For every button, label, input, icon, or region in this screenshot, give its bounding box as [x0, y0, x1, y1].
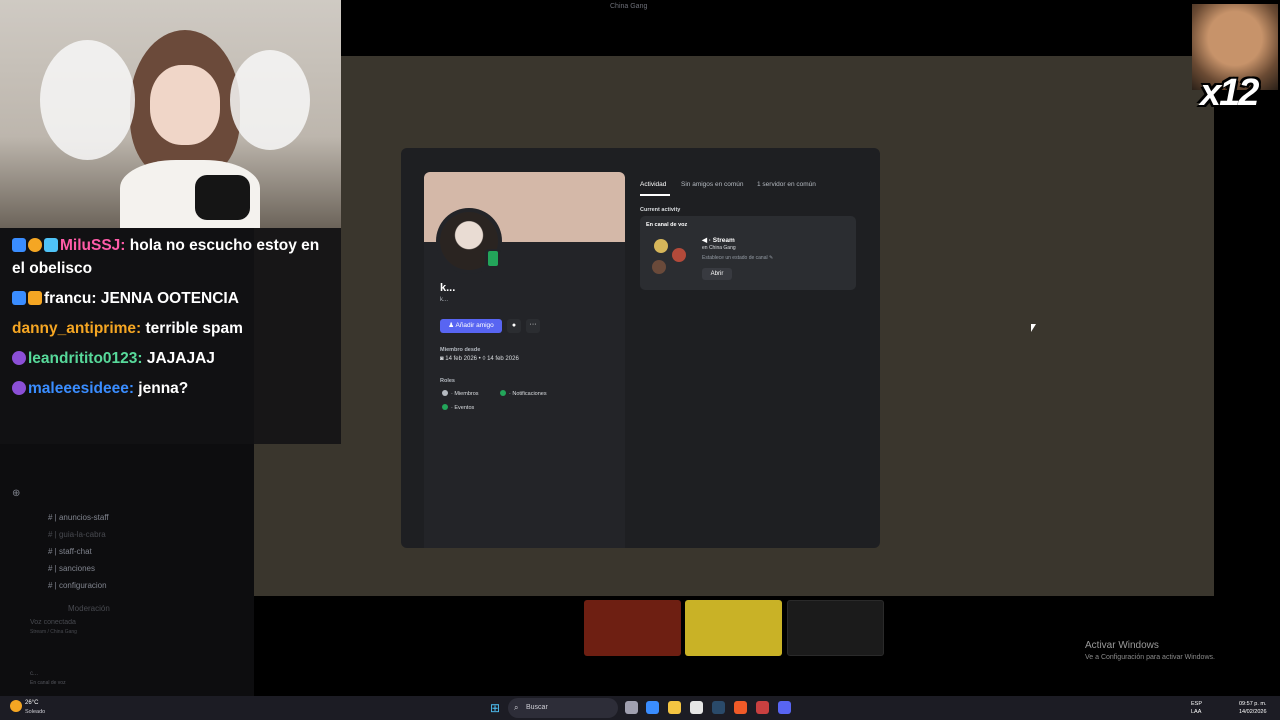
discord-icon: ◙ [440, 356, 444, 362]
devil-badge-icon [12, 381, 26, 395]
sub-badge-icon [28, 238, 42, 252]
current-activity-label: Current activity [640, 207, 681, 213]
streamer-webcam [0, 0, 341, 228]
member-since-dates: ◙ 14 feb 2026 • ◊ 14 feb 2026 [440, 356, 519, 362]
chat-message: leandritito0123: JAJAJAJ [12, 347, 329, 370]
avatar [654, 239, 668, 253]
tab-mutual-servers[interactable]: 1 servidor en común [757, 181, 816, 188]
channel-configuracion[interactable]: # | configuracion [48, 581, 107, 590]
voice-server: Stream / China Gang [30, 629, 77, 635]
crown-badge-icon [28, 291, 42, 305]
stream-chat: MiluSSJ: hola no escucho estoy en el obe… [0, 228, 341, 444]
more-options-button[interactable]: ··· [526, 319, 540, 333]
copilot-icon[interactable] [646, 701, 659, 714]
add-server-icon[interactable]: ⊕ [12, 488, 20, 499]
chat-message: MiluSSJ: hola no escucho estoy en el obe… [12, 237, 320, 277]
message-button[interactable]: ● [507, 319, 521, 333]
user-name: c... [30, 671, 39, 677]
channel-anuncios-staff[interactable]: # | anuncios-staff [48, 513, 109, 522]
voice-channel-name: ◀ · Stream [702, 237, 735, 244]
devil-badge-icon [12, 351, 26, 365]
voice-server-name: en China Gang [702, 245, 736, 251]
avatar [672, 248, 686, 262]
window-title: China Gang [610, 3, 648, 10]
activity-header: En canal de voz [646, 222, 688, 228]
windows-activation-watermark: Activar Windows Ve a Configuración para … [1085, 640, 1215, 661]
chat-message: francu: JENNA OOTENCIA [12, 287, 329, 310]
cube-badge-icon [44, 238, 58, 252]
username: k... [440, 297, 449, 303]
tab-mutual-friends[interactable]: Sin amigos en común [681, 181, 744, 188]
search-icon: ⌕ [514, 703, 519, 712]
weather-desc: Soleado [25, 709, 46, 715]
file-explorer-icon[interactable] [668, 701, 681, 714]
role-chip: · Miembros [442, 390, 479, 397]
avatar [652, 260, 666, 274]
voice-tile[interactable] [685, 600, 782, 656]
app-icon[interactable] [756, 701, 769, 714]
role-chip: · Notificaciones [500, 390, 547, 397]
ellipsis-icon: ··· [529, 321, 537, 328]
channel-staff-chat[interactable]: # | staff-chat [48, 547, 92, 556]
emote-count: x12 [1200, 72, 1259, 114]
display-name: k... [440, 282, 456, 294]
voice-tile[interactable] [787, 600, 884, 656]
taskbar-search[interactable]: Buscar [508, 698, 618, 718]
roles-label: Roles [440, 378, 455, 384]
active-tab-indicator [640, 194, 670, 196]
windows-start-icon[interactable]: ⊞ [490, 702, 500, 714]
task-view-icon[interactable] [625, 701, 638, 714]
chat-message: maleeesideee: jenna? [12, 377, 329, 400]
sword-badge-icon [12, 238, 26, 252]
chat-bubble-icon: ● [511, 322, 517, 329]
add-friend-button[interactable]: ♟ Añadir amigo [440, 319, 502, 333]
speaker-icon: ◀ [702, 237, 707, 244]
server-icon: ◊ [482, 356, 486, 362]
discord-icon[interactable] [778, 701, 791, 714]
user-profile-modal: k... k... ♟ Añadir amigo ● ··· Miembro d… [401, 148, 880, 548]
mouse-cursor-icon [1031, 324, 1036, 332]
category-moderacion[interactable]: Moderación [68, 604, 110, 613]
clock-time[interactable]: 09:57 p. m. [1239, 701, 1267, 707]
open-button[interactable]: Abrir [702, 268, 732, 280]
steam-icon[interactable] [712, 701, 725, 714]
clock-date: 14/02/2026 [1239, 709, 1267, 715]
store-icon[interactable] [690, 701, 703, 714]
channel-sanciones[interactable]: # | sanciones [48, 564, 95, 573]
language-indicator[interactable]: ESP [1191, 701, 1202, 707]
brave-icon[interactable] [734, 701, 747, 714]
profile-card: k... k... ♟ Añadir amigo ● ··· Miembro d… [424, 172, 625, 548]
user-status: En canal de voz [30, 680, 66, 686]
mobile-status-icon [485, 249, 501, 269]
tab-actividad[interactable]: Actividad [640, 181, 666, 188]
voice-activity-card: En canal de voz ◀ · Stream en China Gang… [640, 216, 856, 290]
chat-message: danny_antiprime: terrible spam [12, 320, 243, 337]
voice-tile[interactable] [584, 600, 681, 656]
channel-status-hint[interactable]: Establece un estado de canal ✎ [702, 255, 773, 261]
member-since-label: Miembro desde [440, 347, 481, 353]
weather-temp[interactable]: 26°C [25, 700, 38, 706]
role-chip: · Eventos [442, 404, 474, 411]
channel-guia[interactable]: # | guia-la-cabra [48, 530, 106, 539]
sword-badge-icon [12, 291, 26, 305]
sun-weather-icon[interactable] [10, 700, 22, 712]
pencil-icon: ✎ [769, 255, 774, 261]
language-sub: LAA [1191, 709, 1202, 715]
voice-connected-status: Voz conectada [30, 619, 76, 626]
taskbar [0, 696, 1280, 720]
right-panel [1214, 56, 1280, 696]
user-plus-icon: ♟ [448, 322, 455, 329]
